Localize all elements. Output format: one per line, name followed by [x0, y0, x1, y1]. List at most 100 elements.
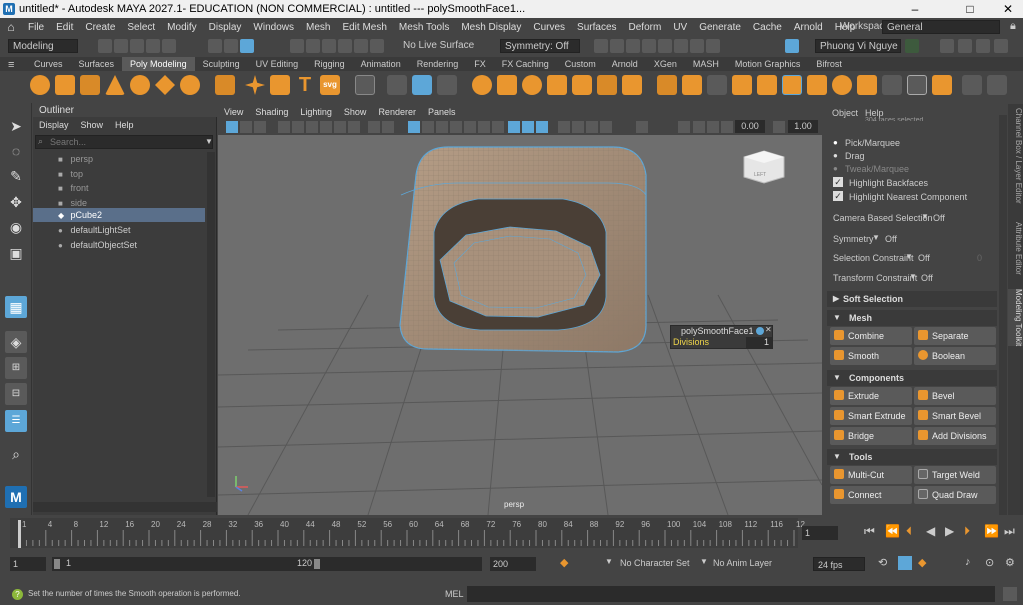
- symmetry-dropdown-icon[interactable]: ▼: [872, 233, 880, 242]
- gamma-field[interactable]: 1.00: [788, 120, 818, 133]
- selection-constraint-dropdown-icon[interactable]: ▼: [905, 252, 913, 261]
- outliner-vertical-scrollbar[interactable]: [207, 152, 215, 497]
- outliner-menu-help[interactable]: Help: [109, 120, 140, 130]
- shelf-tab-rendering[interactable]: Rendering: [409, 57, 467, 71]
- range-end-handle[interactable]: [314, 559, 320, 569]
- four-view-layout-icon[interactable]: ▦: [5, 296, 27, 318]
- select-tool-icon[interactable]: ➤: [5, 115, 27, 137]
- in-view-node-name[interactable]: polySmoothFace1: [681, 326, 754, 336]
- outliner-item-persp[interactable]: ■ persp: [58, 152, 93, 166]
- undo-icon[interactable]: [146, 39, 160, 53]
- boolean-button[interactable]: Boolean: [914, 347, 996, 365]
- symmetry-dropdown[interactable]: Symmetry: Off: [500, 39, 580, 53]
- shadows-icon[interactable]: [492, 121, 504, 133]
- new-scene-icon[interactable]: [98, 39, 112, 53]
- grease-pencil-icon[interactable]: [306, 121, 318, 133]
- attribute-editor-icon[interactable]: [958, 39, 972, 53]
- go-to-start-icon[interactable]: ⏮: [864, 524, 875, 539]
- mel-label[interactable]: MEL: [445, 589, 464, 599]
- highlight-nearest-checkbox[interactable]: ✓: [833, 191, 843, 201]
- menu-surfaces[interactable]: Surfaces: [571, 22, 622, 33]
- save-scene-icon[interactable]: [130, 39, 144, 53]
- snap-curve-icon[interactable]: [306, 39, 320, 53]
- shelf-options-icon[interactable]: ≡: [8, 59, 14, 71]
- key-preferences-icon[interactable]: ◆: [918, 556, 926, 569]
- light-editor-icon[interactable]: [690, 39, 704, 53]
- animation-end-field[interactable]: 200: [490, 557, 536, 571]
- render-settings-icon[interactable]: [642, 39, 656, 53]
- transform-constraint-dropdown-icon[interactable]: ▼: [909, 272, 917, 281]
- time-slider[interactable]: 1 4 8 12 16 20 24 28 32 36 40 44 48 52 56 60 64 68 72 76 80 8…: [0, 516, 1023, 550]
- tool-settings-icon[interactable]: [976, 39, 990, 53]
- script-editor-icon[interactable]: [1003, 587, 1017, 601]
- drag-radio[interactable]: ●: [833, 151, 838, 160]
- four-panel-icon[interactable]: ⊞: [5, 357, 27, 379]
- rotate-tool-icon[interactable]: ◉: [5, 216, 27, 238]
- shelf-tab-poly-modeling[interactable]: Poly Modeling: [122, 57, 195, 71]
- step-back-key-icon[interactable]: ⏴: [906, 524, 912, 539]
- smooth-shade-icon[interactable]: [422, 121, 434, 133]
- boolean-intersect-icon[interactable]: [572, 75, 592, 95]
- poly-plane-icon[interactable]: [155, 75, 175, 95]
- outliner-item-front[interactable]: ■ front: [58, 181, 89, 195]
- view-cube[interactable]: [743, 150, 785, 184]
- camera-attributes-icon[interactable]: [240, 121, 252, 133]
- soft-selection-section[interactable]: ▶ Soft Selection: [827, 291, 997, 307]
- lasso-tool-icon[interactable]: ◌: [5, 140, 27, 162]
- target-weld-button[interactable]: Target Weld: [914, 466, 996, 484]
- two-d-pan-zoom-icon[interactable]: [292, 121, 304, 133]
- poly-svg-icon[interactable]: svg: [320, 75, 340, 95]
- live-surface-label[interactable]: No Live Surface: [403, 40, 474, 51]
- separate-shelf-icon[interactable]: [412, 75, 432, 95]
- auto-key-icon[interactable]: ◆: [560, 556, 568, 569]
- outliner-search-box[interactable]: ⌕ Search... ▼: [35, 135, 213, 149]
- isolate-select-icon[interactable]: [636, 121, 648, 133]
- quad-draw-button[interactable]: Quad Draw: [914, 486, 996, 504]
- redo-icon[interactable]: [162, 39, 176, 53]
- textured-icon[interactable]: [464, 121, 476, 133]
- menu-edit-mesh[interactable]: Edit Mesh: [336, 22, 392, 33]
- select-camera-icon[interactable]: [226, 121, 238, 133]
- shelf-tab-curves[interactable]: Curves: [26, 57, 71, 71]
- menu-create[interactable]: Create: [79, 22, 121, 33]
- shelf-tab-animation[interactable]: Animation: [353, 57, 409, 71]
- poly-cube-icon[interactable]: [55, 75, 75, 95]
- menu-arnold[interactable]: Arnold: [788, 22, 829, 33]
- minimize-button[interactable]: –: [900, 0, 930, 18]
- film-gate-icon[interactable]: [334, 121, 346, 133]
- menu-file[interactable]: File: [22, 22, 50, 33]
- transform-constraint-value[interactable]: Off: [921, 273, 933, 283]
- mesh-section[interactable]: ▼ Mesh: [827, 310, 997, 326]
- separate-button[interactable]: Separate: [914, 327, 996, 345]
- reduce-icon[interactable]: [622, 75, 642, 95]
- outliner-menu-display[interactable]: Display: [33, 120, 75, 130]
- combine-button[interactable]: Combine: [830, 327, 912, 345]
- pencil-icon[interactable]: [962, 75, 982, 95]
- shelf-tab-rigging[interactable]: Rigging: [306, 57, 353, 71]
- shelf-tab-xgen[interactable]: XGen: [646, 57, 685, 71]
- play-forwards-icon[interactable]: ▶: [945, 524, 954, 538]
- shelf-tab-custom[interactable]: Custom: [557, 57, 604, 71]
- step-back-frame-icon[interactable]: ⏪: [885, 524, 900, 538]
- step-forward-frame-icon[interactable]: ⏩: [984, 524, 999, 538]
- modeling-toolkit-toggle-icon[interactable]: [905, 39, 919, 53]
- make-live-icon[interactable]: [370, 39, 384, 53]
- anim-layer-dropdown-icon[interactable]: ▼: [700, 557, 708, 566]
- extract-icon[interactable]: [472, 75, 492, 95]
- wireframe-on-shaded-icon[interactable]: [450, 121, 462, 133]
- shelf-tab-sculpting[interactable]: Sculpting: [195, 57, 248, 71]
- smart-bevel-button[interactable]: Smart Bevel: [914, 407, 996, 425]
- type-icon[interactable]: [355, 75, 375, 95]
- toolkit-scrollbar[interactable]: [999, 115, 1007, 515]
- symmetry-value[interactable]: Off: [885, 234, 897, 244]
- connect-shelf-icon[interactable]: [857, 75, 877, 95]
- bookmarks-icon[interactable]: [254, 121, 266, 133]
- menu-uv[interactable]: UV: [667, 22, 693, 33]
- camera-based-dropdown-icon[interactable]: ▼: [921, 212, 929, 221]
- menu-mesh-tools[interactable]: Mesh Tools: [393, 22, 455, 33]
- ambient-occlusion-icon[interactable]: [558, 121, 570, 133]
- use-all-lights-icon[interactable]: [478, 121, 490, 133]
- viewport-menu-view[interactable]: View: [218, 107, 249, 117]
- shelf-tab-motion-graphics[interactable]: Motion Graphics: [727, 57, 809, 71]
- boolean-union-icon[interactable]: [522, 75, 542, 95]
